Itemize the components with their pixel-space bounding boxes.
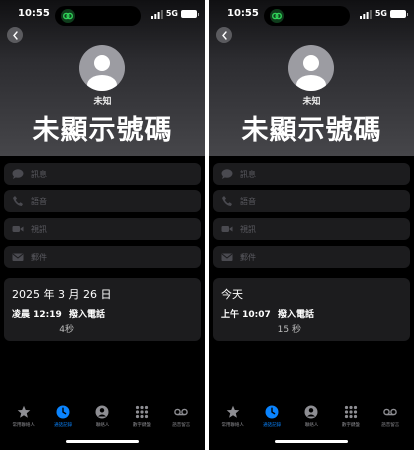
tab-voicemail[interactable]: 語音留言 <box>162 405 200 435</box>
clock-icon <box>265 405 279 419</box>
video-icon <box>221 226 233 232</box>
link-icon <box>270 9 284 23</box>
battery-icon <box>181 10 199 18</box>
status-time: 10:55 <box>18 8 50 19</box>
tab-voicemail-label: 語音留言 <box>172 423 191 428</box>
message-bubble-icon <box>12 169 24 179</box>
mail-icon <box>12 253 24 261</box>
back-button[interactable] <box>216 27 232 43</box>
tab-recents-label: 通話記錄 <box>54 423 73 428</box>
star-icon <box>226 405 239 418</box>
home-indicator[interactable] <box>275 440 348 443</box>
call-time: 上午 10:07 <box>221 310 271 320</box>
person-icon <box>95 405 109 419</box>
person-silhouette-icon <box>87 55 117 91</box>
voice-call-button[interactable]: 語音 <box>213 190 410 212</box>
caller-name: 未顯示號碼 <box>32 115 173 146</box>
caller-label: 未知 <box>93 97 112 107</box>
tab-voicemail[interactable]: 語音留言 <box>371 405 409 435</box>
person-silhouette-icon <box>296 55 326 91</box>
tab-recents-label: 通話記錄 <box>263 423 282 428</box>
person-icon <box>304 405 318 419</box>
network-type: 5G <box>165 9 178 18</box>
tab-recents[interactable]: 通話記錄 <box>44 405 82 435</box>
message-bubble-icon <box>221 169 233 179</box>
caller-name: 未顯示號碼 <box>241 115 382 146</box>
mail-button[interactable]: 郵件 <box>213 246 410 268</box>
caller-label: 未知 <box>302 97 321 107</box>
call-duration: 4秒 <box>59 325 74 335</box>
message-button[interactable]: 訊息 <box>213 163 410 185</box>
tab-keypad-label: 數字鍵盤 <box>132 423 151 428</box>
comparison-screens: 10:55 5G 未知 未顯示號碼 訊息 語音 視訊 郵件 2025 年 3 月… <box>0 0 414 450</box>
video-call-button-label: 視訊 <box>240 224 256 234</box>
voice-call-button-label: 語音 <box>31 196 47 206</box>
tab-keypad[interactable]: 數字鍵盤 <box>123 405 161 435</box>
video-call-button-label: 視訊 <box>31 224 47 234</box>
phone-icon <box>222 196 232 206</box>
message-button[interactable]: 訊息 <box>4 163 201 185</box>
tab-favorites-label: 常用聯絡人 <box>221 423 244 428</box>
voice-call-button-label: 語音 <box>240 196 256 206</box>
tab-bar: 常用聯絡人 通話記錄 聯絡人 數字鍵盤 語音留言 <box>209 405 414 435</box>
star-icon <box>17 405 30 418</box>
keypad-icon <box>135 405 148 419</box>
mail-button-label: 郵件 <box>240 252 256 262</box>
mail-button-label: 郵件 <box>31 252 47 262</box>
tab-favorites[interactable]: 常用聯絡人 <box>214 405 252 435</box>
call-time: 凌晨 12:19 <box>12 310 62 320</box>
video-icon <box>12 226 24 232</box>
video-call-button[interactable]: 視訊 <box>213 218 410 240</box>
tab-contacts[interactable]: 聯絡人 <box>292 405 330 435</box>
tab-contacts[interactable]: 聯絡人 <box>83 405 121 435</box>
back-button[interactable] <box>7 27 23 43</box>
call-type: 撥入電話 <box>68 310 105 320</box>
signal-icon <box>360 10 372 19</box>
phone-icon <box>13 196 23 206</box>
dynamic-island <box>264 6 350 26</box>
voice-call-button[interactable]: 語音 <box>4 190 201 212</box>
call-type: 撥入電話 <box>277 310 314 320</box>
link-icon <box>61 9 75 23</box>
tab-keypad[interactable]: 數字鍵盤 <box>332 405 370 435</box>
status-bar: 10:55 5G <box>209 6 414 26</box>
call-detail-card: 今天 上午 10:07 撥入電話 15 秒 <box>213 278 410 341</box>
message-button-label: 訊息 <box>31 169 47 179</box>
status-time: 10:55 <box>227 8 259 19</box>
call-time-row: 凌晨 12:19 撥入電話 <box>12 307 105 320</box>
signal-icon <box>151 10 163 19</box>
battery-icon <box>390 10 408 18</box>
tab-contacts-label: 聯絡人 <box>304 423 319 428</box>
mail-button[interactable]: 郵件 <box>4 246 201 268</box>
voicemail-icon <box>174 408 189 416</box>
chevron-left-icon <box>221 30 227 40</box>
tab-keypad-label: 數字鍵盤 <box>341 423 360 428</box>
call-detail-card: 2025 年 3 月 26 日 凌晨 12:19 撥入電話 4秒 <box>4 278 201 341</box>
home-indicator[interactable] <box>66 440 139 443</box>
keypad-icon <box>344 405 357 419</box>
clock-icon <box>56 405 70 419</box>
network-type: 5G <box>374 9 387 18</box>
call-duration: 15 秒 <box>277 325 301 335</box>
mail-icon <box>221 253 233 261</box>
phone-screen-right: 10:55 5G 未知 未顯示號碼 訊息 語音 視訊 郵件 今天 上午 10:0… <box>209 0 414 450</box>
tab-favorites-label: 常用聯絡人 <box>12 423 35 428</box>
phone-screen-left: 10:55 5G 未知 未顯示號碼 訊息 語音 視訊 郵件 2025 年 3 月… <box>0 0 205 450</box>
tab-voicemail-label: 語音留言 <box>381 423 400 428</box>
video-call-button[interactable]: 視訊 <box>4 218 201 240</box>
status-bar: 10:55 5G <box>0 6 205 26</box>
tab-contacts-label: 聯絡人 <box>95 423 110 428</box>
call-date: 2025 年 3 月 26 日 <box>12 288 112 301</box>
dynamic-island <box>55 6 141 26</box>
call-date: 今天 <box>221 288 243 301</box>
tab-recents[interactable]: 通話記錄 <box>253 405 291 435</box>
chevron-left-icon <box>12 30 18 40</box>
voicemail-icon <box>383 408 398 416</box>
avatar <box>79 45 125 91</box>
call-time-row: 上午 10:07 撥入電話 <box>221 307 314 320</box>
tab-favorites[interactable]: 常用聯絡人 <box>5 405 43 435</box>
tab-bar: 常用聯絡人 通話記錄 聯絡人 數字鍵盤 語音留言 <box>0 405 205 435</box>
message-button-label: 訊息 <box>240 169 256 179</box>
avatar <box>288 45 334 91</box>
